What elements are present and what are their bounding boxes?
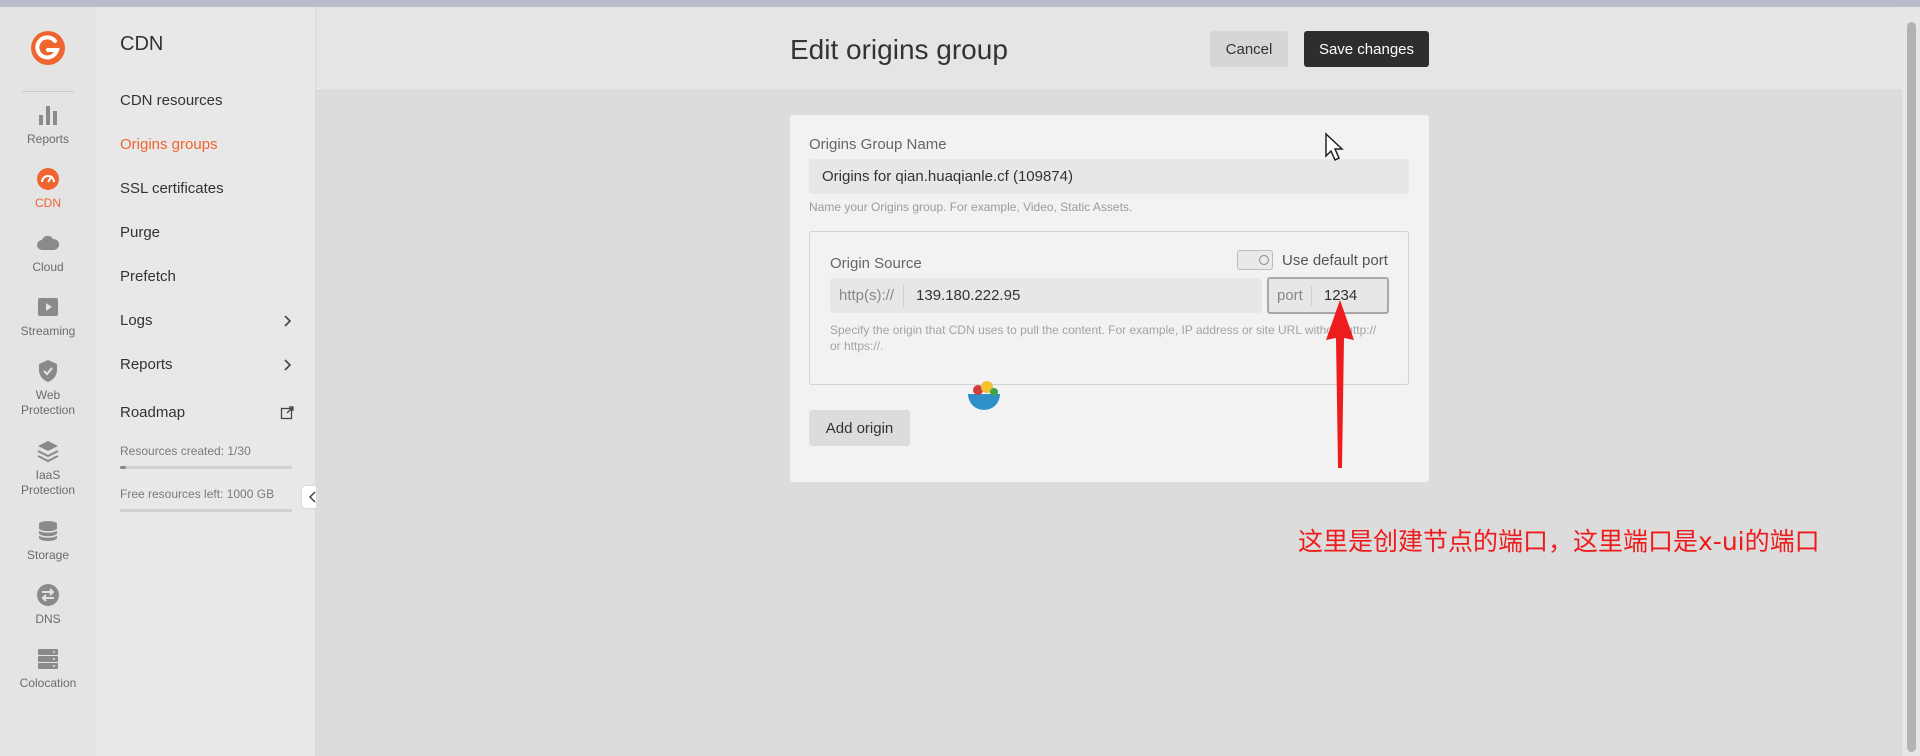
resources-created-text: Resources created: 1/30: [120, 444, 251, 458]
sidebar-item-origins-groups[interactable]: Origins groups: [120, 136, 294, 153]
scrollbar-thumb[interactable]: [1907, 22, 1916, 752]
page-title: Edit origins group: [790, 34, 1008, 65]
save-changes-button[interactable]: Save changes: [1304, 31, 1429, 67]
swap-icon: [37, 584, 59, 606]
rail-item-iaas-protection[interactable]: IaaS Protection: [0, 439, 96, 498]
rail-label: Colocation: [19, 676, 77, 690]
free-resources-bar: [120, 509, 292, 512]
rail-label: DNS: [35, 612, 61, 626]
external-link-icon: [280, 405, 294, 419]
sidebar-item-roadmap[interactable]: Roadmap: [120, 404, 294, 421]
bowl-sticker-icon: [968, 381, 1000, 410]
page-scrollbar[interactable]: [1902, 7, 1920, 756]
rail-label: Streaming: [20, 324, 76, 338]
sidebar-item-label: Roadmap: [120, 404, 186, 421]
sidebar-item-ssl-certificates[interactable]: SSL certificates: [120, 180, 294, 197]
rail-label: Storage: [26, 548, 70, 562]
rail-item-cloud[interactable]: Cloud: [0, 231, 96, 275]
origin-source-hint: Specify the origin that CDN uses to pull…: [830, 323, 1377, 353]
resources-created-bar: [120, 466, 292, 469]
sidebar-item-label: Logs: [120, 312, 153, 329]
chevron-right-icon: [284, 314, 292, 327]
server-icon: [38, 649, 58, 669]
rail-item-storage[interactable]: Storage: [0, 519, 96, 563]
rail-item-colocation[interactable]: Colocation: [0, 647, 96, 691]
rail-item-web-protection[interactable]: Web Protection: [0, 359, 96, 418]
sidebar-item-label: Origins groups: [120, 136, 218, 153]
sidebar-item-label: Prefetch: [120, 268, 176, 285]
rail-label: Web Protection: [20, 388, 76, 417]
layers-icon: [37, 441, 59, 463]
group-name-input[interactable]: Origins for qian.huaqianle.cf (109874): [809, 159, 1409, 194]
shield-icon: [39, 360, 57, 382]
rail-separator: [22, 91, 74, 92]
scheme-prefix: http(s)://: [830, 284, 905, 307]
free-resources-text: Free resources left: 1000 GB: [120, 487, 275, 501]
sidebar-item-prefetch[interactable]: Prefetch: [120, 268, 294, 285]
page-header: [316, 7, 1902, 91]
annotation-text: 这里是创建节点的端口，这里端口是x-ui的端口: [1298, 527, 1820, 556]
speedometer-icon: [37, 168, 59, 190]
rail-label: CDN: [35, 196, 61, 210]
origin-address-value: 139.180.222.95: [916, 287, 1021, 304]
group-name-hint: Name your Origins group. For example, Vi…: [809, 200, 1133, 214]
cdn-sidebar: CDN CDN resources Origins groups SSL cer…: [96, 7, 316, 756]
sidebar-item-label: Reports: [120, 356, 173, 373]
database-icon: [38, 521, 58, 541]
origin-address-input[interactable]: http(s):// 139.180.222.95: [830, 278, 1262, 313]
sidebar-item-label: CDN resources: [120, 92, 223, 109]
play-icon: [38, 298, 58, 316]
toggle-knob: [1259, 255, 1269, 265]
sidebar-item-purge[interactable]: Purge: [120, 224, 294, 241]
bar-chart-icon: [39, 106, 57, 125]
rail-label: Cloud: [32, 260, 64, 274]
group-name-label: Origins Group Name: [809, 136, 947, 153]
sidebar-item-cdn-resources[interactable]: CDN resources: [120, 92, 294, 109]
gcore-logo-icon[interactable]: [30, 30, 66, 66]
add-origin-button[interactable]: Add origin: [809, 410, 910, 446]
resources-created-fill: [120, 466, 126, 469]
rail-label: Reports: [26, 132, 70, 146]
mouse-cursor-icon: [1325, 132, 1344, 162]
origin-source-box: Origin Source Use default port http(s):/…: [809, 231, 1409, 385]
use-default-port-label: Use default port: [1282, 252, 1388, 269]
rail-item-reports[interactable]: Reports: [0, 103, 96, 147]
browser-top-strip: [0, 0, 1920, 7]
cancel-button[interactable]: Cancel: [1210, 31, 1288, 67]
sidebar-item-reports[interactable]: Reports: [120, 356, 294, 373]
sidebar-item-label: SSL certificates: [120, 180, 224, 197]
app-icon-rail: Reports CDN Cloud Streaming Web Protecti…: [0, 7, 96, 756]
cloud-icon: [37, 235, 60, 250]
sidebar-item-logs[interactable]: Logs: [120, 312, 294, 329]
sidebar-title: CDN: [120, 33, 164, 55]
annotation-arrow-icon: [1326, 300, 1354, 468]
use-default-port-toggle[interactable]: [1237, 250, 1273, 270]
origin-source-label: Origin Source: [830, 255, 922, 272]
rail-item-dns[interactable]: DNS: [0, 583, 96, 627]
rail-item-streaming[interactable]: Streaming: [0, 295, 96, 339]
chevron-right-icon: [284, 358, 292, 371]
port-prefix: port: [1269, 285, 1312, 306]
rail-item-cdn[interactable]: CDN: [0, 167, 96, 211]
sidebar-item-label: Purge: [120, 224, 161, 241]
rail-label: IaaS Protection: [20, 468, 76, 497]
